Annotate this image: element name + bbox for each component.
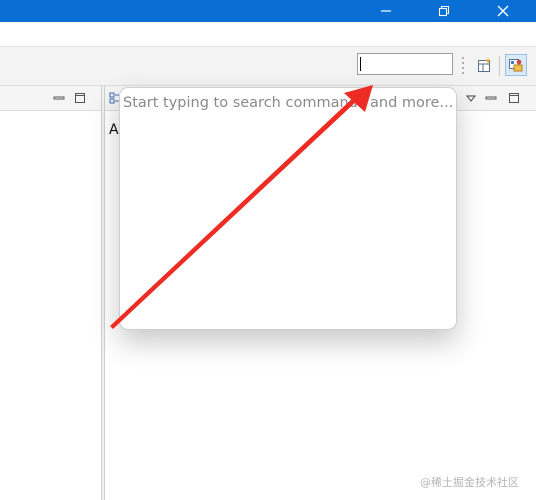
popup-search-placeholder[interactable]: Start typing to search commands and more… <box>123 95 453 111</box>
maximize-view-icon <box>509 93 519 103</box>
left-view-panel <box>0 86 102 500</box>
text-caret <box>360 57 361 71</box>
restore-button[interactable] <box>421 0 467 22</box>
left-view-tab-bar <box>0 86 101 111</box>
toolbar-grip[interactable] <box>462 55 464 75</box>
title-bar <box>0 0 536 22</box>
perspective-icon <box>509 59 523 72</box>
quick-access-popup[interactable]: Start typing to search commands and more… <box>119 87 457 330</box>
minimize-view-button[interactable] <box>485 92 497 104</box>
close-button[interactable] <box>480 0 526 22</box>
open-perspective-icon <box>478 58 491 72</box>
chevron-down-icon <box>465 95 477 102</box>
restore-icon <box>438 5 450 17</box>
minimize-view-icon <box>53 96 65 100</box>
close-icon <box>497 5 509 17</box>
menu-bar <box>0 22 536 47</box>
minimize-view-button[interactable] <box>53 92 65 104</box>
perspective-button[interactable] <box>505 54 527 76</box>
open-perspective-button[interactable] <box>474 54 496 76</box>
watermark: @稀土掘金技术社区 <box>420 476 519 489</box>
quick-access-field[interactable] <box>357 53 453 75</box>
view-content-label: A <box>109 122 119 138</box>
maximize-view-button[interactable] <box>74 92 86 104</box>
minimize-button[interactable] <box>363 0 409 22</box>
toolbar-divider <box>499 56 500 76</box>
maximize-view-icon <box>75 93 85 103</box>
maximize-view-button[interactable] <box>508 92 520 104</box>
view-menu-button[interactable] <box>465 92 477 104</box>
minimize-icon <box>381 10 391 12</box>
main-toolbar <box>0 47 536 86</box>
minimize-view-icon <box>485 96 497 100</box>
